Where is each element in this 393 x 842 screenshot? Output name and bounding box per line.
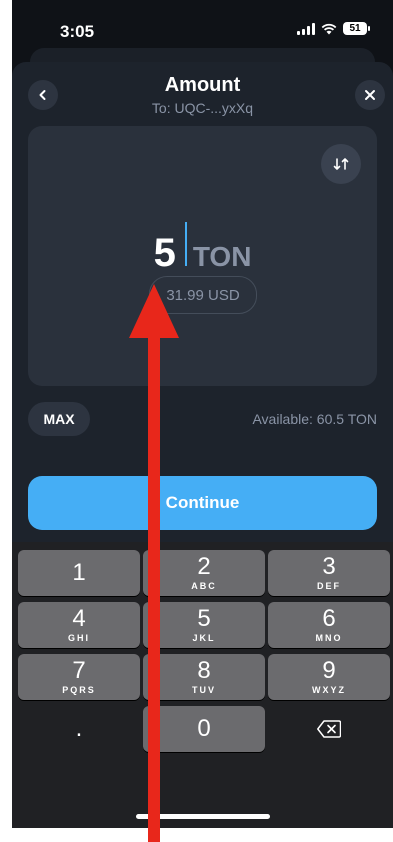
key-3[interactable]: 3 DEF: [268, 550, 390, 596]
signal-icon: [297, 22, 315, 35]
backspace-icon: [317, 720, 341, 738]
max-button[interactable]: MAX: [28, 402, 90, 436]
key-7[interactable]: 7 PQRS: [18, 654, 140, 700]
wifi-icon: [321, 23, 337, 34]
phone-screen: 3:05 51 Amount To: UQC-...yxXq 5 TON 31.…: [12, 0, 393, 828]
key-6[interactable]: 6 MNO: [268, 602, 390, 648]
close-icon: [365, 90, 375, 100]
page-title: Amount: [164, 74, 241, 96]
available-balance: Available: 60.5 TON: [252, 411, 377, 427]
text-caret: [184, 222, 187, 266]
status-icons: 51: [297, 22, 370, 35]
key-5[interactable]: 5 JKL: [143, 602, 265, 648]
key-1[interactable]: 1: [18, 550, 140, 596]
amount-value: 5: [153, 231, 176, 275]
battery-icon: 51: [343, 22, 370, 35]
swap-icon: [333, 158, 349, 170]
key-0[interactable]: 0: [143, 706, 265, 752]
close-button[interactable]: [355, 80, 385, 110]
key-4[interactable]: 4 GHI: [18, 602, 140, 648]
numeric-keypad: 1 2 ABC 3 DEF 4 GHI 5 JKL 6 MNO 7 PQRS 8…: [12, 542, 393, 828]
swap-currency-button[interactable]: [321, 144, 361, 184]
annotation-arrow-icon: [129, 284, 179, 338]
amount-input[interactable]: 5 TON: [28, 222, 377, 276]
key-decimal[interactable]: .: [18, 706, 140, 752]
amount-card: 5 TON 31.99 USD: [28, 126, 377, 386]
status-bar: 3:05 51: [12, 0, 393, 54]
key-8[interactable]: 8 TUV: [143, 654, 265, 700]
annotation-arrow-shaft: [148, 330, 160, 842]
backspace-key[interactable]: [268, 706, 390, 752]
amount-currency: TON: [192, 241, 252, 272]
key-2[interactable]: 2 ABC: [143, 550, 265, 596]
key-9[interactable]: 9 WXYZ: [268, 654, 390, 700]
status-time: 3:05: [60, 22, 95, 41]
battery-level: 51: [349, 23, 361, 34]
recipient-address: To: UQC-...yxXq: [151, 100, 254, 116]
continue-button[interactable]: Continue: [28, 476, 377, 530]
